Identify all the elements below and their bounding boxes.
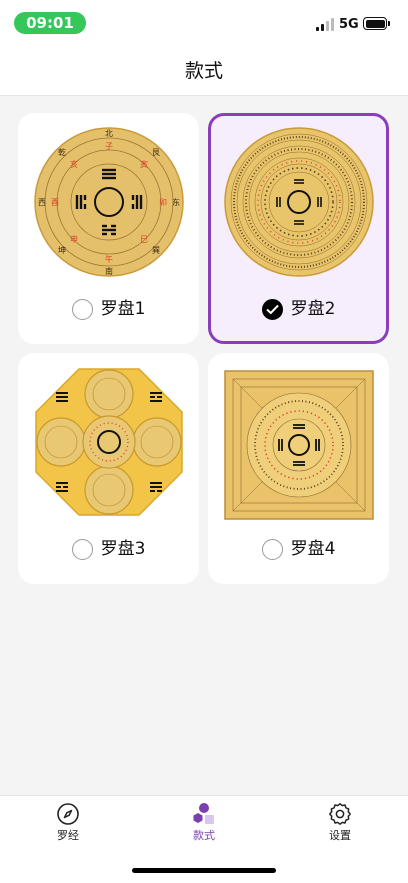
svg-text:午: 午: [105, 254, 113, 264]
style-card-2[interactable]: 罗盘2: [208, 113, 389, 344]
nav-header: 款式: [0, 46, 408, 96]
gear-icon: [329, 803, 351, 825]
radio-unchecked-icon[interactable]: [71, 298, 93, 320]
svg-text:子: 子: [105, 142, 113, 151]
signal-icon: [316, 18, 335, 31]
tab-label: 设置: [329, 829, 351, 842]
status-time: 09:01: [14, 12, 86, 34]
compass-fine-ring-plate: [223, 127, 374, 277]
tab-label: 款式: [193, 829, 215, 842]
svg-text:巽: 巽: [152, 246, 160, 255]
style-card-4[interactable]: 罗盘4: [208, 353, 389, 584]
style-card-1[interactable]: 北南 西 东 乾 艮 坤 巽 子午 酉 卯 亥 寅 申 巳 罗盘1: [18, 113, 199, 344]
style-label: 罗盘2: [290, 299, 336, 319]
svg-text:申: 申: [70, 234, 78, 244]
tab-compass[interactable]: 罗经: [28, 802, 108, 848]
svg-text:南: 南: [105, 266, 113, 276]
shapes-icon: [193, 803, 214, 824]
compass-octagon-plate: [34, 368, 183, 516]
style-label: 罗盘4: [290, 539, 336, 559]
status-bar: 09:01 5G: [0, 0, 408, 46]
svg-text:亥: 亥: [70, 159, 78, 169]
svg-text:寅: 寅: [140, 159, 148, 169]
svg-text:坤: 坤: [58, 245, 66, 255]
compass-round-plate: 北南 西 东 乾 艮 坤 巽 子午 酉 卯 亥 寅 申 巳: [33, 127, 184, 277]
svg-text:艮: 艮: [152, 148, 160, 157]
tab-settings[interactable]: 设置: [300, 802, 380, 848]
home-indicator: [132, 868, 276, 873]
radio-unchecked-icon[interactable]: [71, 538, 93, 560]
radio-checked-icon[interactable]: [261, 298, 283, 320]
svg-text:北: 北: [105, 129, 113, 138]
style-card-3[interactable]: 罗盘3: [18, 353, 199, 584]
network-label: 5G: [339, 17, 359, 32]
svg-text:乾: 乾: [58, 147, 66, 157]
battery-icon: [363, 17, 390, 30]
page-title: 款式: [184, 60, 223, 82]
compass-icon: [57, 803, 79, 825]
tab-styles[interactable]: 款式: [164, 802, 244, 848]
compass-square-plate: [223, 370, 374, 520]
radio-unchecked-icon[interactable]: [261, 538, 283, 560]
svg-text:卯: 卯: [159, 198, 167, 207]
style-label: 罗盘3: [100, 539, 146, 559]
svg-text:酉: 酉: [51, 198, 59, 207]
tab-label: 罗经: [57, 829, 79, 842]
svg-text:东: 东: [172, 197, 180, 207]
style-label: 罗盘1: [100, 299, 146, 319]
svg-text:西: 西: [38, 198, 46, 207]
svg-text:巳: 巳: [140, 235, 148, 244]
